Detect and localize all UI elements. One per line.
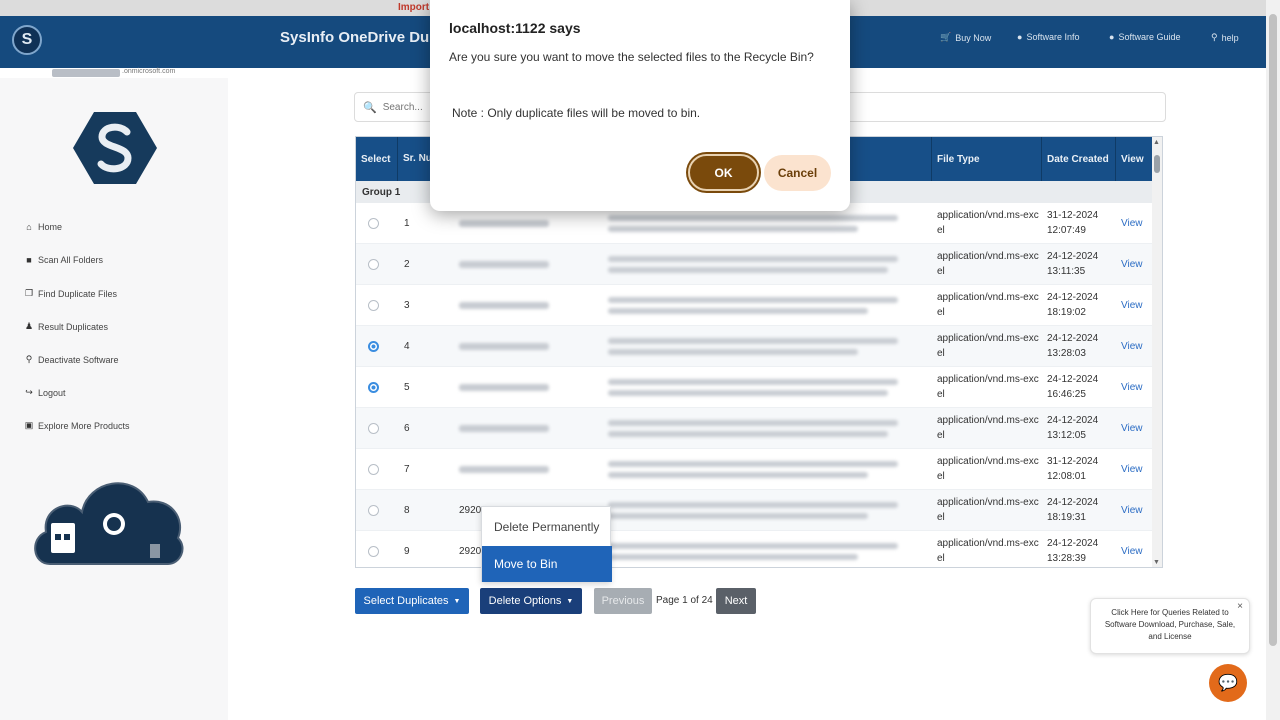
confirm-dialog: localhost:1122 says Are you sure you wan… [430, 0, 850, 211]
ok-button[interactable]: OK [688, 154, 759, 191]
dialog-message: Are you sure you want to move the select… [449, 50, 814, 64]
dialog-title: localhost:1122 says [449, 20, 581, 36]
cancel-button[interactable]: Cancel [764, 155, 831, 191]
dialog-note: Note : Only duplicate files will be move… [452, 106, 701, 120]
